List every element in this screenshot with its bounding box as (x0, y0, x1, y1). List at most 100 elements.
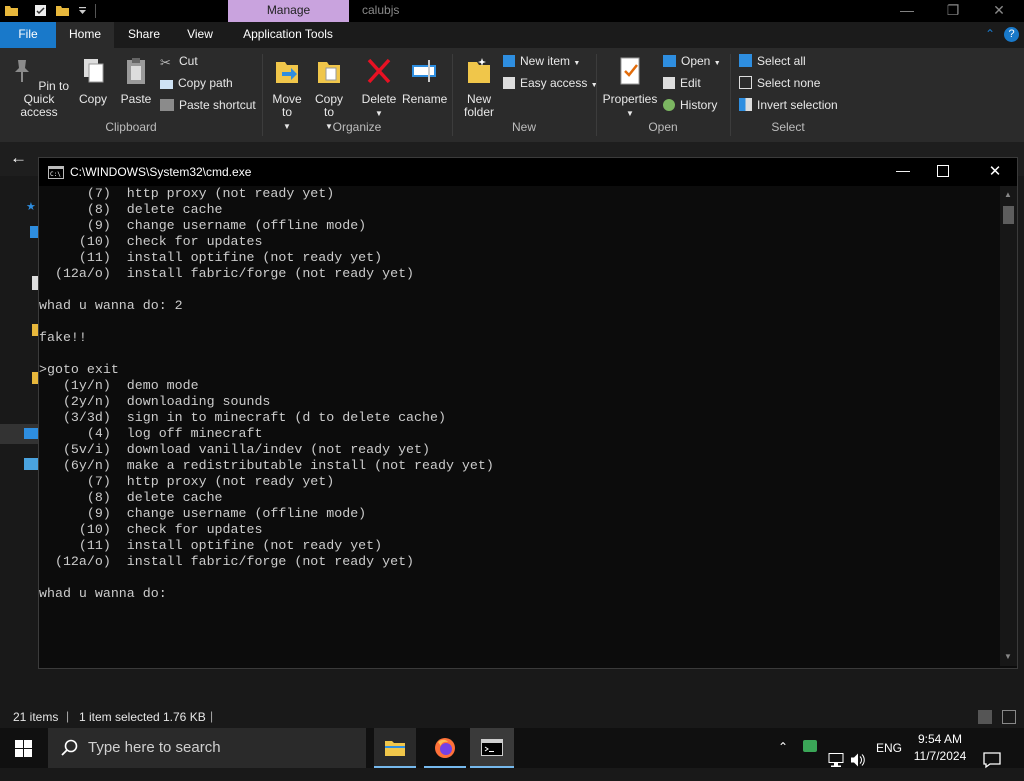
customize-quick-access-icon[interactable] (76, 4, 89, 17)
clock-date: 11/7/2024 (913, 749, 967, 763)
edit-button[interactable]: Edit (663, 74, 701, 92)
console-line: whad u wanna do: (39, 586, 167, 601)
delete-label: Delete (361, 92, 397, 106)
collapse-ribbon-icon[interactable]: ⌃ (980, 22, 1000, 48)
organize-group-label: Organize (332, 120, 382, 134)
dropdown-arrow-icon: ▼ (713, 60, 721, 67)
back-arrow-icon[interactable]: ← (10, 148, 27, 168)
console-line: (8) delete cache (39, 490, 223, 505)
large-icons-view-icon[interactable] (1002, 710, 1016, 724)
rename-button[interactable]: Rename (402, 56, 447, 106)
open-icon (663, 55, 676, 67)
close-button[interactable]: ✕ (976, 0, 1022, 22)
paste-shortcut-button[interactable]: Paste shortcut (160, 96, 256, 114)
cmd-maximize-button[interactable] (937, 165, 949, 177)
delete-icon (367, 58, 391, 84)
network-icon[interactable] (24, 458, 38, 470)
tab-file[interactable]: File (0, 22, 56, 48)
easy-access-button[interactable]: Easy access ▼ (503, 74, 598, 92)
history-label: History (680, 98, 718, 112)
explorer-title-bar: Manage calubjs — ❐ ✕ (0, 0, 1024, 22)
cmd-title-bar[interactable]: C:\ C:\WINDOWS\System32\cmd.exe — ✕ (39, 158, 1017, 186)
console-line: (1y/n) demo mode (39, 378, 199, 393)
console-line: >goto exit (39, 362, 119, 377)
new-folder-button[interactable]: New folder (458, 56, 500, 119)
invert-selection-label: Invert selection (757, 98, 838, 112)
move-to-label: Move to (272, 92, 302, 119)
details-view-icon[interactable] (978, 710, 992, 724)
taskbar-firefox[interactable] (424, 728, 466, 768)
scrollbar-thumb[interactable] (1003, 206, 1014, 224)
dropdown-arrow-icon: ▼ (375, 109, 383, 118)
paste-button[interactable]: Paste (118, 56, 154, 106)
svg-text:C:\: C:\ (50, 171, 61, 178)
invert-selection-icon (739, 98, 752, 111)
new-folder-icon[interactable] (56, 4, 69, 17)
tab-home[interactable]: Home (56, 22, 114, 48)
console-line: (12a/o) install fabric/forge (not ready … (39, 554, 415, 569)
cmd-minimize-button[interactable]: — (891, 162, 915, 178)
history-button[interactable]: History (663, 96, 717, 114)
pin-to-quick-access-button[interactable]: Pin to Quick access (4, 56, 74, 119)
windows-start-icon[interactable] (15, 740, 32, 757)
taskbar-file-explorer[interactable] (374, 728, 416, 768)
tab-share[interactable]: Share (118, 22, 170, 48)
ribbon-tab-bar: File Home Share View Application Tools ⌃… (0, 22, 1024, 48)
selection-status: 1 item selected (79, 710, 160, 724)
delete-button[interactable]: Delete ▼ (360, 56, 398, 120)
new-item-button[interactable]: New item ▼ (503, 52, 580, 70)
search-icon (61, 739, 78, 756)
cmd-icon (481, 739, 503, 756)
cmd-scrollbar[interactable]: ▲ ▼ (1000, 186, 1017, 666)
copy-to-icon (318, 62, 340, 83)
cmd-close-button[interactable]: ✕ (983, 162, 1007, 180)
notifications-icon[interactable] (983, 740, 1001, 780)
scissors-icon: ✂ (160, 55, 171, 70)
cmd-window-title: C:\WINDOWS\System32\cmd.exe (70, 165, 252, 179)
manage-context-tab[interactable]: Manage (228, 0, 349, 22)
properties-button[interactable]: Properties ▼ (602, 56, 658, 120)
copy-path-button[interactable]: Copy path (160, 74, 233, 92)
taskbar-cmd[interactable] (470, 728, 514, 768)
select-all-button[interactable]: Select all (739, 52, 806, 70)
scroll-up-icon[interactable]: ▲ (1004, 190, 1012, 199)
tab-view[interactable]: View (174, 22, 226, 48)
console-output[interactable]: (7) http proxy (not ready yet) (8) delet… (39, 186, 999, 666)
properties-icon[interactable] (34, 4, 47, 17)
select-all-label: Select all (757, 54, 806, 68)
help-icon[interactable]: ? (1004, 27, 1019, 42)
this-pc-item[interactable] (0, 424, 38, 444)
taskbar: Type here to search ⌃ ENG 9:54 AM 11/7/2… (0, 728, 1024, 769)
clock[interactable]: 9:54 AM 11/7/2024 (910, 732, 970, 772)
network-icon[interactable] (828, 740, 844, 780)
properties-icon (620, 57, 640, 85)
properties-label: Properties (602, 92, 658, 106)
select-none-button[interactable]: Select none (739, 74, 820, 92)
console-line: (9) change username (offline mode) (39, 506, 367, 521)
maximize-button[interactable]: ❐ (930, 0, 976, 22)
select-all-icon (739, 54, 752, 67)
desktop-icon[interactable] (30, 226, 38, 238)
language-indicator[interactable]: ENG (876, 741, 902, 781)
taskbar-search-box[interactable]: Type here to search (48, 728, 366, 768)
dropdown-arrow-icon: ▼ (626, 109, 634, 118)
invert-selection-button[interactable]: Invert selection (739, 96, 838, 114)
firefox-icon (435, 738, 455, 758)
status-bar: 21 items | 1 item selected 1.76 KB | (0, 706, 1024, 728)
cut-button[interactable]: ✂ Cut (160, 52, 198, 70)
paste-icon (127, 58, 145, 84)
quick-access-star-icon[interactable]: ★ (26, 200, 36, 213)
volume-icon[interactable] (850, 740, 866, 780)
minimize-button[interactable]: — (884, 0, 930, 22)
open-button[interactable]: Open ▼ (663, 52, 721, 70)
scroll-down-icon[interactable]: ▼ (1004, 652, 1012, 661)
easy-access-icon (503, 77, 515, 89)
copy-button[interactable]: Copy (76, 56, 110, 106)
tab-application-tools[interactable]: Application Tools (232, 22, 344, 48)
show-hidden-icons-icon[interactable]: ⌃ (778, 740, 788, 780)
pin-icon (14, 60, 29, 82)
paste-shortcut-label: Paste shortcut (179, 98, 256, 112)
app-tray-icon[interactable] (803, 739, 819, 753)
console-line: (9) change username (offline mode) (39, 218, 367, 233)
ribbon: Pin to Quick access Copy Paste ✂ Cut Copy… (0, 48, 1024, 142)
